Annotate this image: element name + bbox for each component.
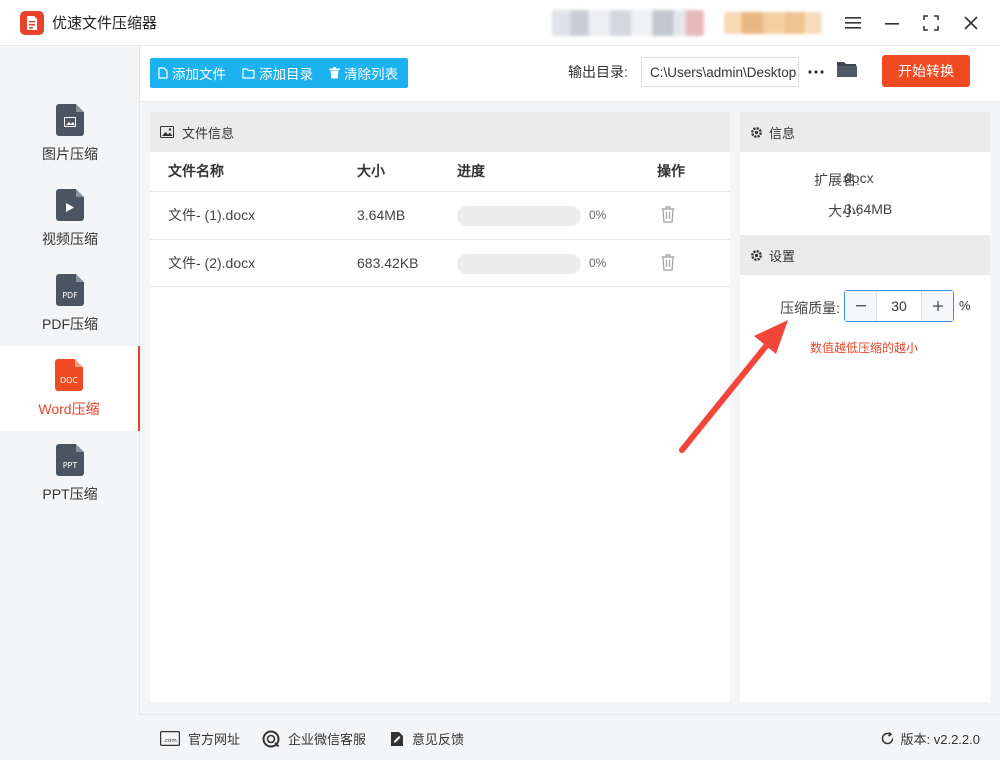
output-dir-label: 输出目录: — [568, 64, 628, 80]
column-header-action: 操作 — [657, 163, 685, 179]
menu-icon[interactable] — [840, 10, 866, 36]
quality-stepper[interactable]: 30 — [844, 290, 954, 322]
sidebar-item-label: 图片压缩 — [42, 145, 98, 162]
maximize-icon[interactable] — [918, 10, 944, 36]
quality-hint: 数值越低压缩的越小 — [810, 341, 919, 355]
quality-value[interactable]: 30 — [877, 291, 921, 321]
folder-icon — [242, 67, 255, 79]
official-website-link[interactable]: .com 官方网址 — [160, 729, 240, 748]
video-file-icon — [56, 188, 84, 221]
file-name: 文件- (1).docx — [168, 207, 256, 223]
table-row[interactable]: 文件- (2).docx 683.42KB 0% — [150, 239, 730, 287]
file-list-panel: 文件信息 文件名称 大小 进度 操作 文件- (1).docx 3.64MB 0… — [150, 112, 730, 702]
decrement-button[interactable] — [845, 291, 877, 321]
info-header: 信息 — [740, 112, 990, 152]
list-divider — [150, 286, 730, 287]
sidebar-item-word[interactable]: DOC Word压缩 — [0, 346, 140, 431]
file-panel-header: 文件信息 — [150, 112, 730, 152]
app-logo-icon — [20, 10, 44, 35]
sidebar-item-label: 视频压缩 — [42, 230, 98, 247]
app-title: 优速文件压缩器 — [52, 15, 158, 32]
column-header-size: 大小 — [357, 163, 385, 179]
feedback-label: 意见反馈 — [412, 732, 465, 747]
image-file-icon — [56, 103, 84, 136]
output-dir-input[interactable] — [641, 57, 799, 87]
clear-list-button[interactable]: 清除列表 — [329, 63, 398, 83]
svg-text:.com: .com — [163, 738, 177, 744]
file-panel-title: 文件信息 — [182, 125, 235, 141]
file-tag: DOC — [59, 375, 79, 385]
column-header-name: 文件名称 — [168, 163, 224, 179]
feedback-icon — [391, 731, 403, 746]
annotation-arrow — [679, 320, 788, 453]
blurred-account-info — [552, 10, 704, 36]
website-icon: .com — [160, 731, 180, 746]
feedback-link[interactable]: 意见反馈 — [390, 729, 464, 748]
info-title: 信息 — [769, 125, 796, 141]
progress-text: 0% — [589, 208, 607, 222]
gear-icon — [751, 126, 762, 138]
settings-header: 设置 — [740, 235, 990, 275]
sidebar-item-video[interactable]: 视频压缩 — [0, 176, 140, 261]
delete-row-icon[interactable] — [661, 206, 675, 226]
sidebar-item-ppt[interactable]: PPT PPT压缩 — [0, 431, 140, 516]
column-header-progress: 进度 — [457, 163, 485, 179]
open-folder-icon[interactable] — [836, 60, 858, 81]
trash-icon — [329, 67, 340, 79]
more-options-icon[interactable] — [805, 62, 827, 82]
refresh-icon — [881, 731, 893, 745]
file-tag: PDF — [62, 290, 78, 300]
sidebar-item-label: Word压缩 — [38, 400, 100, 417]
wechat-support-label: 企业微信客服 — [288, 732, 367, 747]
progress-bar — [457, 206, 581, 226]
version-label: 版本: v2.2.2.0 — [900, 732, 980, 747]
wechat-support-link[interactable]: 企业微信客服 — [262, 729, 366, 748]
sidebar-item-pdf[interactable]: PDF PDF压缩 — [0, 261, 140, 346]
clear-list-label: 清除列表 — [344, 67, 398, 82]
file-size: 683.42KB — [357, 255, 419, 271]
chat-icon — [262, 730, 280, 747]
title-bar: 优速文件压缩器 — [0, 0, 1000, 46]
pdf-file-icon: PDF — [56, 273, 84, 306]
sidebar-item-label: PDF压缩 — [42, 315, 98, 332]
extension-value: docx — [844, 170, 874, 186]
file-button-group: 添加文件 添加目录 清除列表 — [150, 58, 408, 88]
add-directory-label: 添加目录 — [259, 67, 313, 82]
settings-title: 设置 — [769, 248, 796, 264]
sidebar-item-image[interactable]: 图片压缩 — [0, 91, 140, 176]
blurred-user-badge — [724, 12, 822, 34]
official-website-label: 官方网址 — [188, 732, 241, 747]
add-file-label: 添加文件 — [172, 67, 226, 82]
sidebar: 图片压缩 视频压缩 PDF PDF压缩 DOC Word压缩 PPT PPT压缩 — [0, 46, 140, 714]
table-row[interactable]: 文件- (1).docx 3.64MB 0% — [150, 191, 730, 239]
doc-file-icon: DOC — [55, 358, 83, 391]
gear-icon — [751, 249, 762, 261]
increment-button[interactable] — [921, 291, 953, 321]
file-name: 文件- (2).docx — [168, 255, 256, 271]
minus-icon — [855, 305, 866, 307]
file-size: 3.64MB — [357, 207, 406, 223]
minimize-icon[interactable] — [879, 10, 905, 36]
close-icon[interactable] — [958, 10, 984, 36]
percent-unit: % — [959, 298, 971, 313]
ppt-file-icon: PPT — [56, 443, 84, 476]
file-icon — [158, 67, 168, 79]
plus-icon — [932, 301, 943, 311]
progress-bar — [457, 254, 581, 274]
toolbar: 添加文件 添加目录 清除列表 输出目录: 开始转换 — [140, 46, 1000, 102]
delete-row-icon[interactable] — [661, 254, 675, 274]
size-value: 3.64MB — [844, 201, 893, 217]
image-icon — [160, 126, 174, 138]
progress-text: 0% — [589, 256, 607, 270]
file-tag: PPT — [62, 460, 78, 470]
footer: .com 官方网址 企业微信客服 意见反馈 版本: v2.2.2.0 — [140, 714, 1000, 760]
sidebar-item-label: PPT压缩 — [42, 485, 98, 502]
add-file-button[interactable]: 添加文件 — [158, 63, 226, 83]
start-convert-button[interactable]: 开始转换 — [882, 55, 970, 87]
version-info[interactable]: 版本: v2.2.2.0 — [880, 729, 980, 748]
add-directory-button[interactable]: 添加目录 — [242, 63, 313, 83]
